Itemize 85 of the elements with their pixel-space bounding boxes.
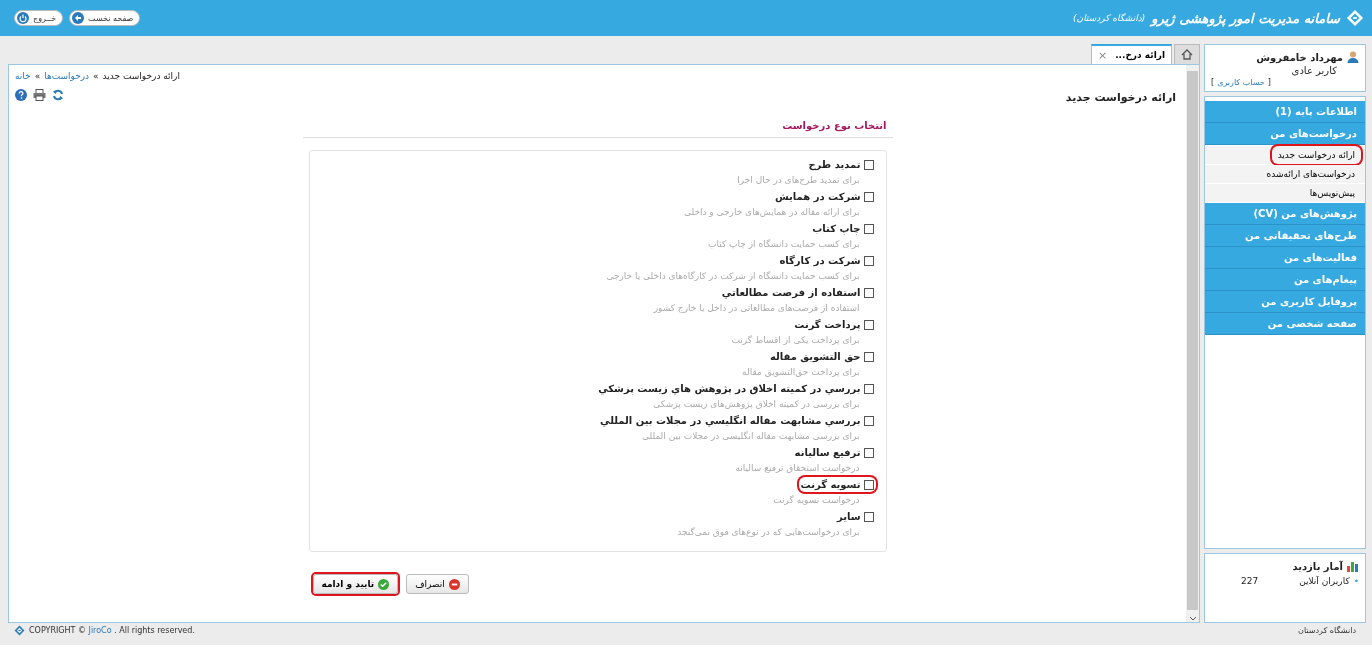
- scroll-down-icon[interactable]: [1188, 616, 1197, 622]
- breadcrumb-link[interactable]: خانه: [15, 71, 31, 81]
- request-type-title: چاپ کتاب: [812, 223, 861, 234]
- request-type-title: ترفیع سالیانه: [794, 447, 861, 458]
- scrollbar[interactable]: [1186, 65, 1199, 622]
- request-type-description: برای تمدید طرح‌های در حال اجرا: [737, 174, 861, 187]
- home-icon: [1181, 49, 1193, 60]
- university-subtitle: (دانشگاه کردستان): [1073, 13, 1146, 23]
- request-type-title: بررسي در کمیته اخلاق در پژوهش هاي زیست پزشکي: [598, 383, 861, 394]
- account-link[interactable]: حساب کاربری: [1217, 78, 1265, 87]
- checkbox[interactable]: [863, 191, 874, 202]
- menu-item[interactable]: پیغام‌های من: [1205, 269, 1365, 291]
- request-type-title: حق التشویق مقاله: [769, 351, 861, 362]
- checkbox[interactable]: [863, 415, 874, 426]
- breadcrumb-separator: »: [34, 71, 41, 81]
- menu-item[interactable]: پژوهش‌های من (CV): [1205, 203, 1365, 225]
- request-type-description: برای کسب حمایت دانشگاه از شرکت در کارگاه‌های داخلی یا خارجی: [606, 270, 861, 283]
- request-type-description: برای کسب حمایت دانشگاه از چاپ کتاب: [708, 238, 861, 251]
- stat-label: کاربران آنلاین: [1299, 576, 1350, 586]
- cancel-button[interactable]: انصراف: [406, 574, 469, 594]
- checkbox[interactable]: [863, 159, 874, 170]
- page-title: ارائه درخواست جدید: [1065, 91, 1176, 104]
- menu-item[interactable]: پروفایل کاربری من: [1205, 291, 1365, 313]
- user-name: مهرداد خامفروش: [1256, 51, 1343, 63]
- help-icon[interactable]: [15, 89, 27, 101]
- checkbox[interactable]: [863, 479, 874, 490]
- breadcrumb-current: ارائه درخواست جدید: [102, 71, 180, 81]
- checkbox[interactable]: [863, 351, 874, 362]
- close-icon[interactable]: ×: [1097, 48, 1108, 62]
- request-type-title: تسویه گرنت: [800, 479, 861, 490]
- home-tab[interactable]: [1174, 44, 1200, 64]
- menu-item[interactable]: طرح‌های تحقیقاتی من: [1205, 225, 1365, 247]
- request-type-description: برای بررسی مشابهت مقاله انگلیسی در مجلات بین المللی: [641, 430, 861, 443]
- user-role: کاربر عادی: [1291, 65, 1337, 76]
- request-type-title: تمدید طرح: [808, 159, 861, 170]
- bullet-icon: •: [1353, 576, 1359, 586]
- request-type-title: شرکت در کارگاه: [779, 255, 861, 266]
- request-type-description: برای بررسی در کمیته اخلاق پژوهش‌های زیست پزشکی: [653, 398, 861, 411]
- menu-item[interactable]: صفحه شخصی من: [1205, 313, 1365, 335]
- breadcrumb-link[interactable]: درخواست‌ها: [44, 71, 90, 81]
- home-button[interactable]: صفحه نخست: [69, 10, 141, 26]
- back-arrow-icon: [72, 12, 85, 24]
- checkbox[interactable]: [863, 287, 874, 298]
- refresh-icon[interactable]: [52, 89, 64, 101]
- user-icon: [1347, 51, 1359, 63]
- request-type-title: بررسي مشابهت مقاله انگلیسي در مجلات بین المللي: [600, 415, 861, 426]
- menu-item[interactable]: اطلاعات پایه (1): [1205, 101, 1365, 123]
- request-type-description: برای پرداخت حق‌التشویق مقاله: [742, 366, 861, 379]
- copyright-text: COPYRIGHT © JiroCo . All rights reserved.: [29, 626, 195, 635]
- confirm-button[interactable]: تایید و ادامه: [312, 574, 399, 594]
- check-icon: [378, 578, 390, 590]
- request-type-title: شرکت در همایش: [774, 191, 861, 202]
- checkbox[interactable]: [863, 255, 874, 266]
- checkbox[interactable]: [863, 511, 874, 522]
- page-tab[interactable]: ارائه درخ... ×: [1090, 44, 1172, 64]
- request-type-description: برای درخواست‌هایی که در نوع‌های فوق نمی‌گنجد: [677, 526, 861, 539]
- request-type-title: پرداخت گرنت: [794, 319, 861, 330]
- footer-logo-icon: [14, 625, 25, 636]
- print-icon[interactable]: [33, 89, 46, 101]
- power-icon: [17, 12, 29, 24]
- logout-button[interactable]: خــروج: [14, 10, 64, 26]
- request-type-description: درخواست تسویه گرنت: [773, 494, 861, 507]
- section-title: انتخاب نوع درخواست: [782, 120, 887, 131]
- request-type-description: برای ارائه مقاله در همایش‌های خارجی و داخلی: [683, 206, 861, 219]
- minus-icon: [448, 578, 460, 590]
- request-type-description: درخواست استحقاق ترفیع سالیانه: [735, 462, 861, 475]
- university-name: دانشگاه کردستان: [1298, 626, 1356, 635]
- checkbox[interactable]: [863, 447, 874, 458]
- breadcrumb-separator: »: [93, 71, 99, 81]
- logo-icon: [1346, 9, 1364, 27]
- checkbox[interactable]: [863, 319, 874, 330]
- menu-item[interactable]: درخواست‌های من: [1205, 123, 1365, 145]
- menu-item[interactable]: فعالیت‌های من: [1205, 247, 1365, 269]
- request-type-description: برای پرداخت یکی از اقساط گرنت: [731, 334, 861, 347]
- request-type-title: استفاده از فرصت مطالعاتي: [721, 287, 861, 298]
- bracket: [: [1267, 78, 1271, 87]
- request-type-description: استفاده از فرصت‌های مطالعاتی در داخل یا خارج کشور: [653, 302, 861, 315]
- app-title: سامانه مدیریت امور پژوهشی ژیرو: [1151, 10, 1340, 26]
- request-type-title: سایر: [836, 511, 861, 522]
- checkbox[interactable]: [863, 223, 874, 234]
- stats-title: آمار بازدید: [1292, 560, 1343, 572]
- stat-value: 227: [1240, 576, 1259, 586]
- bracket: ]: [1211, 78, 1215, 87]
- checkbox[interactable]: [863, 383, 874, 394]
- bar-chart-icon: [1347, 560, 1359, 572]
